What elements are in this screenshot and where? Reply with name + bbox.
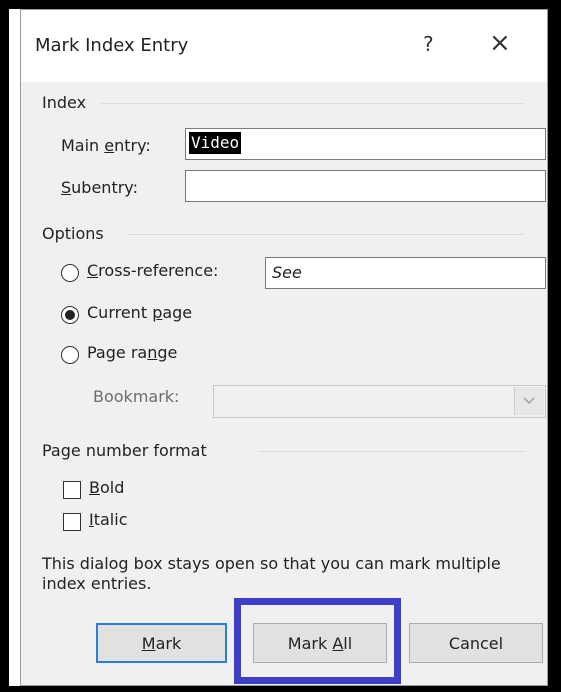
cross-reference-value: See: [272, 263, 302, 282]
page-number-format-divider: [259, 451, 525, 452]
current-page-label[interactable]: Current page: [87, 303, 192, 322]
help-icon[interactable]: ?: [423, 32, 434, 56]
main-entry-label: Main entry:: [61, 136, 151, 155]
index-section-label: Index: [42, 93, 87, 112]
title-bar: Mark Index Entry ? ×: [21, 10, 547, 82]
mark-all-button[interactable]: Mark All: [253, 623, 387, 663]
cross-reference-input[interactable]: See: [265, 257, 546, 289]
mark-index-entry-dialog: Mark Index Entry ? × Index Main entry: V…: [20, 9, 548, 686]
cancel-button[interactable]: Cancel: [409, 623, 543, 663]
page-range-label[interactable]: Page range: [87, 343, 177, 362]
cross-reference-radio[interactable]: [61, 264, 79, 282]
cross-reference-label[interactable]: Cross-reference:: [87, 261, 218, 280]
close-icon[interactable]: ×: [489, 28, 511, 58]
options-section-divider: [127, 234, 525, 235]
screen-border-left: [0, 0, 9, 692]
chevron-down-icon: [523, 397, 535, 405]
bookmark-dropdown-button[interactable]: [514, 387, 544, 415]
main-entry-input[interactable]: Video: [185, 128, 546, 160]
page-range-radio[interactable]: [61, 346, 79, 364]
subentry-label: Subentry:: [61, 178, 138, 197]
options-section-label: Options: [42, 224, 104, 243]
dialog-note: This dialog box stays open so that you c…: [42, 554, 501, 593]
bookmark-dropdown[interactable]: [213, 385, 546, 418]
screen-border-right: [548, 0, 561, 692]
italic-label[interactable]: Italic: [89, 510, 127, 529]
italic-checkbox[interactable]: [63, 513, 81, 531]
bold-label[interactable]: Bold: [89, 478, 124, 497]
radio-selected-dot: [65, 310, 75, 320]
bold-checkbox[interactable]: [63, 481, 81, 499]
screen-border-bottom: [0, 686, 561, 692]
screen-border-top: [0, 0, 561, 9]
bookmark-label: Bookmark:: [93, 387, 180, 406]
page-number-format-label: Page number format: [42, 441, 207, 460]
subentry-input[interactable]: [185, 170, 546, 202]
mark-button[interactable]: Mark: [96, 623, 227, 663]
index-section-divider: [101, 103, 525, 104]
dialog-title: Mark Index Entry: [35, 35, 189, 56]
current-page-radio[interactable]: [61, 306, 79, 324]
main-entry-value: Video: [189, 132, 242, 154]
